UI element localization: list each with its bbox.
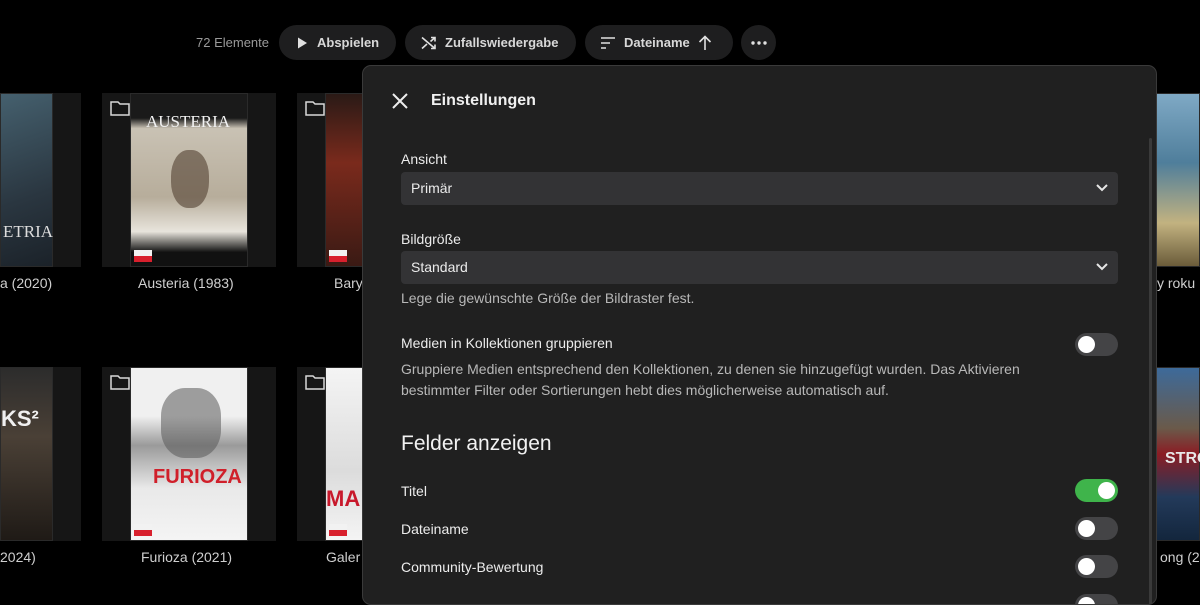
poster-face xyxy=(171,150,209,208)
play-button[interactable]: Abspielen xyxy=(279,25,396,60)
poster-image: MA xyxy=(325,367,367,541)
poster-image xyxy=(325,93,367,267)
poster-image: KS² xyxy=(0,367,53,541)
poster-image: STRO xyxy=(1156,367,1200,541)
toggle-knob xyxy=(1078,336,1095,353)
folder-icon xyxy=(305,101,325,116)
shuffle-label: Zufallswiedergabe xyxy=(445,35,559,50)
media-card[interactable]: MA xyxy=(297,367,367,541)
field-title-toggle[interactable] xyxy=(1075,479,1118,502)
chevron-down-icon xyxy=(1096,184,1108,192)
toggle-knob xyxy=(1098,482,1115,499)
sort-icon xyxy=(601,36,615,49)
poster-image: AUSTERIA xyxy=(130,93,248,267)
view-select-value: Primär xyxy=(411,180,453,196)
library-toolbar: 72 Elemente Abspielen Zufallswiedergabe … xyxy=(0,25,800,61)
poster-image: ETRIA xyxy=(0,93,53,267)
chevron-down-icon xyxy=(1096,263,1108,271)
group-collections-help: Gruppiere Medien entsprechend den Kollek… xyxy=(401,361,1020,398)
media-card[interactable]: KS² xyxy=(0,367,81,541)
field-filename-toggle[interactable] xyxy=(1075,517,1118,540)
field-next-toggle[interactable] xyxy=(1075,594,1118,604)
image-size-label: Bildgröße xyxy=(401,231,461,247)
sort-label: Dateiname xyxy=(624,35,690,50)
field-title-label: Titel xyxy=(401,483,427,499)
media-title[interactable]: ong (2 xyxy=(1160,549,1200,565)
flag-icon xyxy=(329,524,347,536)
media-card[interactable] xyxy=(297,93,367,267)
poster-title-text: KS² xyxy=(1,406,39,431)
media-card[interactable]: AUSTERIA xyxy=(102,93,276,267)
view-label: Ansicht xyxy=(401,151,447,167)
folder-icon xyxy=(305,375,325,390)
poster-title-text: STRO xyxy=(1165,450,1200,467)
toggle-knob xyxy=(1078,558,1095,575)
media-card[interactable]: FURIOZA xyxy=(102,367,276,541)
media-card[interactable]: ETRIA xyxy=(0,93,81,267)
media-card[interactable] xyxy=(1156,93,1200,267)
field-filename-label: Dateiname xyxy=(401,521,469,537)
view-select[interactable]: Primär xyxy=(401,172,1118,205)
image-size-help: Lege die gewünschte Größe der Bildraster… xyxy=(401,290,695,306)
media-title[interactable]: a (2020) xyxy=(0,275,52,291)
toggle-knob xyxy=(1078,597,1095,604)
image-size-select-value: Standard xyxy=(411,259,468,275)
media-title[interactable]: Austeria (1983) xyxy=(138,275,234,291)
poster-figures xyxy=(161,388,221,458)
fields-section-title: Felder anzeigen xyxy=(401,432,552,455)
more-horizontal-icon xyxy=(750,40,767,45)
play-icon xyxy=(298,37,307,48)
group-collections-label: Medien in Kollektionen gruppieren xyxy=(401,335,613,351)
toggle-knob xyxy=(1078,520,1095,537)
dialog-title: Einstellungen xyxy=(431,92,536,109)
group-collections-toggle[interactable] xyxy=(1075,333,1118,356)
more-options-button[interactable] xyxy=(741,25,776,60)
poster-title-text: FURIOZA xyxy=(153,466,242,488)
flag-icon xyxy=(134,250,152,262)
dialog-header: Einstellungen xyxy=(363,66,1156,136)
flag-icon xyxy=(329,250,347,262)
field-community-rating-toggle[interactable] xyxy=(1075,555,1118,578)
poster-title-text: AUSTERIA xyxy=(146,112,231,131)
media-title[interactable]: 2024) xyxy=(0,549,36,565)
poster-image: FURIOZA xyxy=(130,367,248,541)
image-size-select[interactable]: Standard xyxy=(401,251,1118,284)
media-title[interactable]: Furioza (2021) xyxy=(141,549,232,565)
folder-icon xyxy=(110,101,130,116)
media-title[interactable]: Galer xyxy=(326,549,360,565)
poster-title-text: MA xyxy=(326,486,361,511)
play-label: Abspielen xyxy=(317,35,380,50)
poster-image xyxy=(1156,93,1200,267)
dialog-scrollbar[interactable] xyxy=(1149,138,1152,604)
folder-icon xyxy=(110,375,130,390)
media-card[interactable]: STRO xyxy=(1156,367,1200,541)
arrow-up-icon xyxy=(698,34,711,50)
sort-button[interactable]: Dateiname xyxy=(585,25,733,60)
item-count: 72 Elemente xyxy=(196,35,269,50)
close-icon[interactable] xyxy=(389,90,411,112)
settings-dialog: Einstellungen Ansicht Primär Bildgröße S… xyxy=(362,65,1157,605)
poster-title-text: ETRIA xyxy=(3,222,54,241)
shuffle-button[interactable]: Zufallswiedergabe xyxy=(405,25,576,60)
shuffle-icon xyxy=(421,36,436,49)
flag-icon xyxy=(134,524,152,536)
media-title[interactable]: Bary xyxy=(334,275,363,291)
media-title[interactable]: y roku xyxy=(1157,275,1195,291)
field-community-rating-label: Community-Bewertung xyxy=(401,559,544,575)
